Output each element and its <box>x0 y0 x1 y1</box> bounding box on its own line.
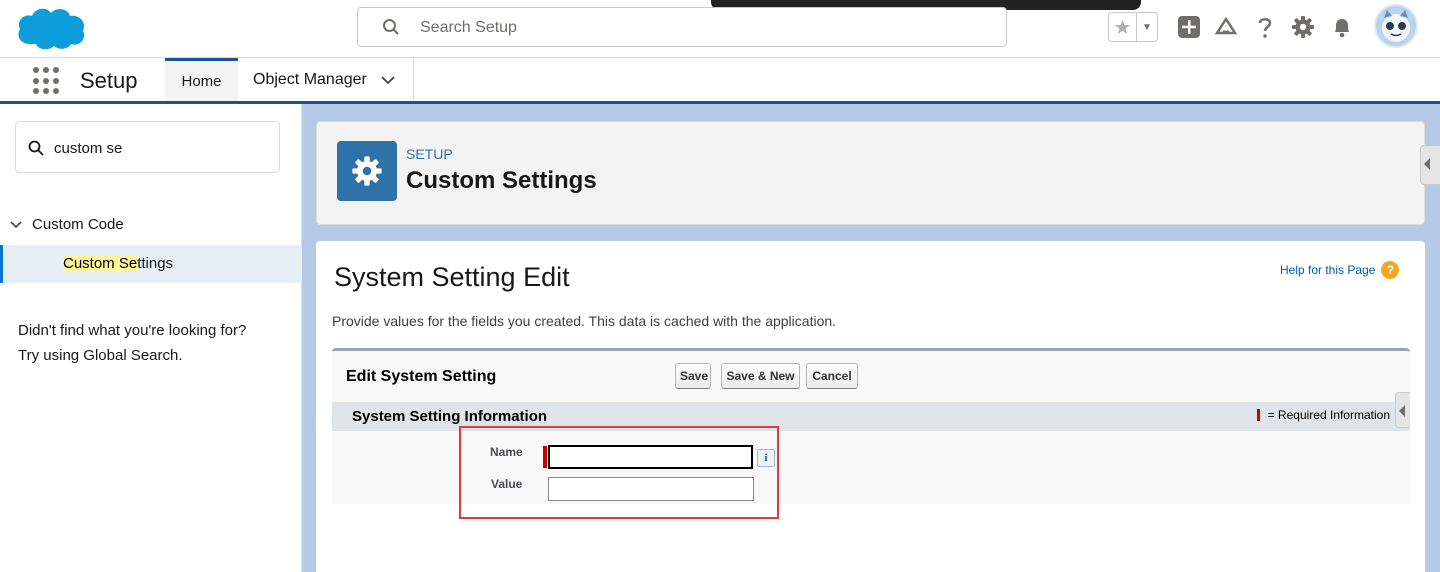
gear-icon <box>337 141 397 201</box>
salesforce-logo[interactable] <box>16 4 88 52</box>
side-panel-toggle[interactable] <box>1420 145 1440 185</box>
tree-node-label: Custom Settings <box>63 255 173 272</box>
avatar[interactable] <box>1374 4 1418 48</box>
chevron-down-icon[interactable] <box>10 220 22 229</box>
not-found-line-2: Try using Global Search. <box>18 347 183 364</box>
not-found-hint: Didn't find what you're looking for? Try… <box>18 318 246 368</box>
page-header-kicker: SETUP <box>406 146 453 162</box>
required-legend: = Required Information <box>1256 408 1390 422</box>
search-match-highlight: Custom Se <box>63 255 138 272</box>
favorites-caret-icon[interactable]: ▼ <box>1137 13 1157 41</box>
global-header: ★ ▼ <box>0 0 1440 58</box>
app-nav-bar: Setup Home Object Manager <box>0 58 1440 104</box>
app-name: Setup <box>80 68 138 93</box>
edit-block-header: Edit System Setting Save Save & New Canc… <box>332 351 1410 403</box>
edit-block-title: Edit System Setting <box>346 368 497 385</box>
required-indicator <box>1256 409 1260 421</box>
favorites-star-icon[interactable]: ★ <box>1109 13 1137 41</box>
tab-object-manager[interactable]: Object Manager <box>238 58 414 101</box>
quick-find[interactable] <box>15 121 280 173</box>
global-search[interactable] <box>357 7 1007 47</box>
tree-node-label-rest: ttings <box>137 255 174 272</box>
trailhead-icon[interactable] <box>1214 15 1238 39</box>
tab-home[interactable]: Home <box>165 58 238 101</box>
page-description: Provide values for the fields you create… <box>332 313 837 329</box>
tree-node-label: Custom Code <box>32 216 124 233</box>
chevron-left-icon <box>1424 158 1430 170</box>
help-link-label[interactable]: Help for this Page <box>1280 263 1375 277</box>
quick-find-input[interactable] <box>54 136 264 160</box>
global-search-input[interactable] <box>420 16 980 40</box>
setup-sidebar: Custom Code Custom Settings Didn't find … <box>0 104 302 572</box>
help-icon[interactable] <box>1253 15 1277 39</box>
section-title: System Setting Information <box>352 408 548 425</box>
content-panel: System Setting Edit Help for this Page ?… <box>316 241 1425 572</box>
gear-icon[interactable] <box>1291 15 1315 39</box>
tree-node-custom-settings[interactable]: Custom Settings <box>0 245 302 283</box>
page-header: SETUP Custom Settings <box>316 121 1425 225</box>
chevron-down-icon[interactable] <box>381 75 395 85</box>
cancel-button[interactable]: Cancel <box>806 363 858 389</box>
page-title: Custom Settings <box>406 167 597 194</box>
tab-object-manager-label: Object Manager <box>253 70 367 88</box>
global-actions-plus-icon[interactable] <box>1177 15 1201 39</box>
favorites-group[interactable]: ★ ▼ <box>1108 12 1158 42</box>
help-for-page-link[interactable]: Help for this Page ? <box>1280 261 1400 279</box>
search-icon <box>383 19 399 35</box>
search-icon <box>28 140 44 156</box>
annotation-highlight-box <box>459 426 779 519</box>
required-legend-text: = Required Information <box>1267 408 1390 422</box>
tree-node-custom-code[interactable]: Custom Code <box>10 216 124 233</box>
help-question-icon[interactable]: ? <box>1381 261 1400 279</box>
save-and-new-button[interactable]: Save & New <box>721 363 800 389</box>
edit-page-title: System Setting Edit <box>334 262 570 292</box>
save-button[interactable]: Save <box>675 363 711 389</box>
not-found-line-1: Didn't find what you're looking for? <box>18 322 247 339</box>
bell-icon[interactable] <box>1330 15 1354 39</box>
chevron-left-icon <box>1399 405 1405 417</box>
side-panel-toggle[interactable] <box>1395 392 1410 428</box>
app-launcher-icon[interactable] <box>33 67 61 95</box>
